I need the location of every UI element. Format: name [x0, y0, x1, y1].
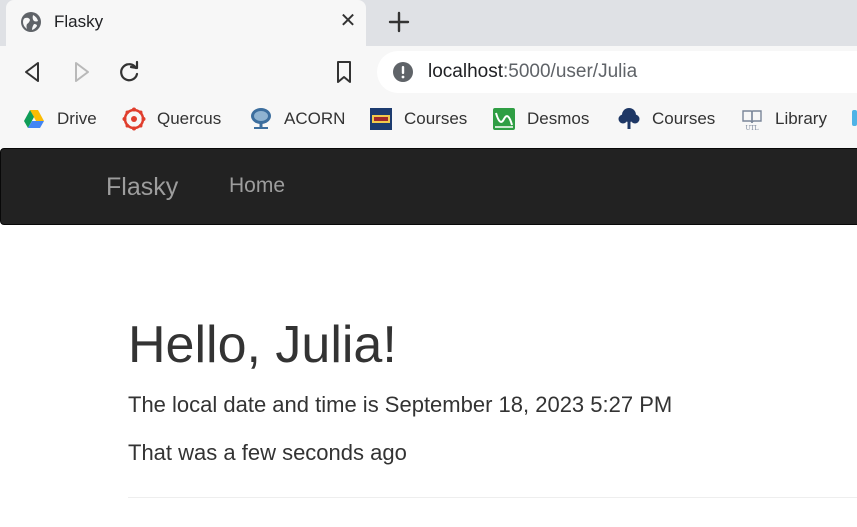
url-text[interactable]: localhost:5000/user/Julia: [428, 61, 637, 83]
browser-tab[interactable]: Flasky ✕: [6, 0, 366, 46]
local-time-text: The local date and time is September 18,…: [128, 392, 673, 417]
bookmarks-bar: Drive Quercus ACORN Courses Desmos Cours…: [0, 98, 857, 142]
courses-tree-icon: [618, 108, 640, 129]
url-host: localhost: [428, 61, 503, 82]
desmos-icon: [493, 108, 515, 130]
acorn-icon: [251, 108, 271, 129]
divider: [128, 497, 857, 498]
bookmark-label: Desmos: [527, 109, 590, 128]
bookmark-label: Library: [775, 109, 827, 128]
bookmark-quercus[interactable]: Quercus: [122, 106, 221, 132]
relative-time-text: That was a few seconds ago: [128, 440, 407, 465]
quercus-icon: [122, 107, 146, 131]
bookmark-drive[interactable]: Drive: [22, 106, 97, 132]
bookmark-courses-tree[interactable]: Courses: [617, 106, 715, 132]
url-path: :5000/user/Julia: [503, 61, 638, 82]
page-title: Hello, Julia!: [128, 316, 397, 374]
svg-text:UTL: UTL: [745, 125, 758, 131]
bookmark-icon[interactable]: [331, 59, 357, 85]
tab-close-icon[interactable]: ✕: [337, 10, 359, 32]
bookmark-overflow-icon[interactable]: [852, 110, 857, 126]
new-tab-icon[interactable]: [385, 8, 413, 36]
bookmark-courses-skule[interactable]: Courses: [369, 106, 467, 132]
address-bar[interactable]: localhost:5000/user/Julia: [377, 51, 857, 93]
bookmark-label: Courses: [652, 109, 716, 128]
bookmark-label: Quercus: [157, 109, 222, 128]
google-drive-icon: [24, 110, 44, 128]
site-info-icon[interactable]: [393, 62, 413, 82]
skule-courses-icon: [370, 108, 392, 130]
browser-toolbar: localhost:5000/user/Julia: [0, 46, 857, 98]
site-navbar: Flasky Home: [0, 148, 857, 225]
bookmark-label: Drive: [57, 109, 97, 128]
bookmark-library[interactable]: UTL Library: [740, 106, 827, 132]
globe-icon: [21, 12, 41, 32]
bookmark-acorn[interactable]: ACORN: [249, 106, 345, 132]
navbar-brand[interactable]: Flasky: [106, 173, 178, 202]
tab-title: Flasky: [54, 12, 104, 31]
reload-icon[interactable]: [116, 59, 142, 85]
nav-link-home[interactable]: Home: [229, 174, 285, 198]
bookmark-desmos[interactable]: Desmos: [492, 106, 589, 132]
back-icon[interactable]: [20, 59, 46, 85]
bookmark-label: Courses: [404, 109, 468, 128]
forward-icon[interactable]: [68, 59, 94, 85]
bookmark-label: ACORN: [284, 109, 346, 128]
utl-library-icon: UTL: [742, 110, 762, 131]
tab-strip: Flasky ✕: [0, 0, 857, 46]
